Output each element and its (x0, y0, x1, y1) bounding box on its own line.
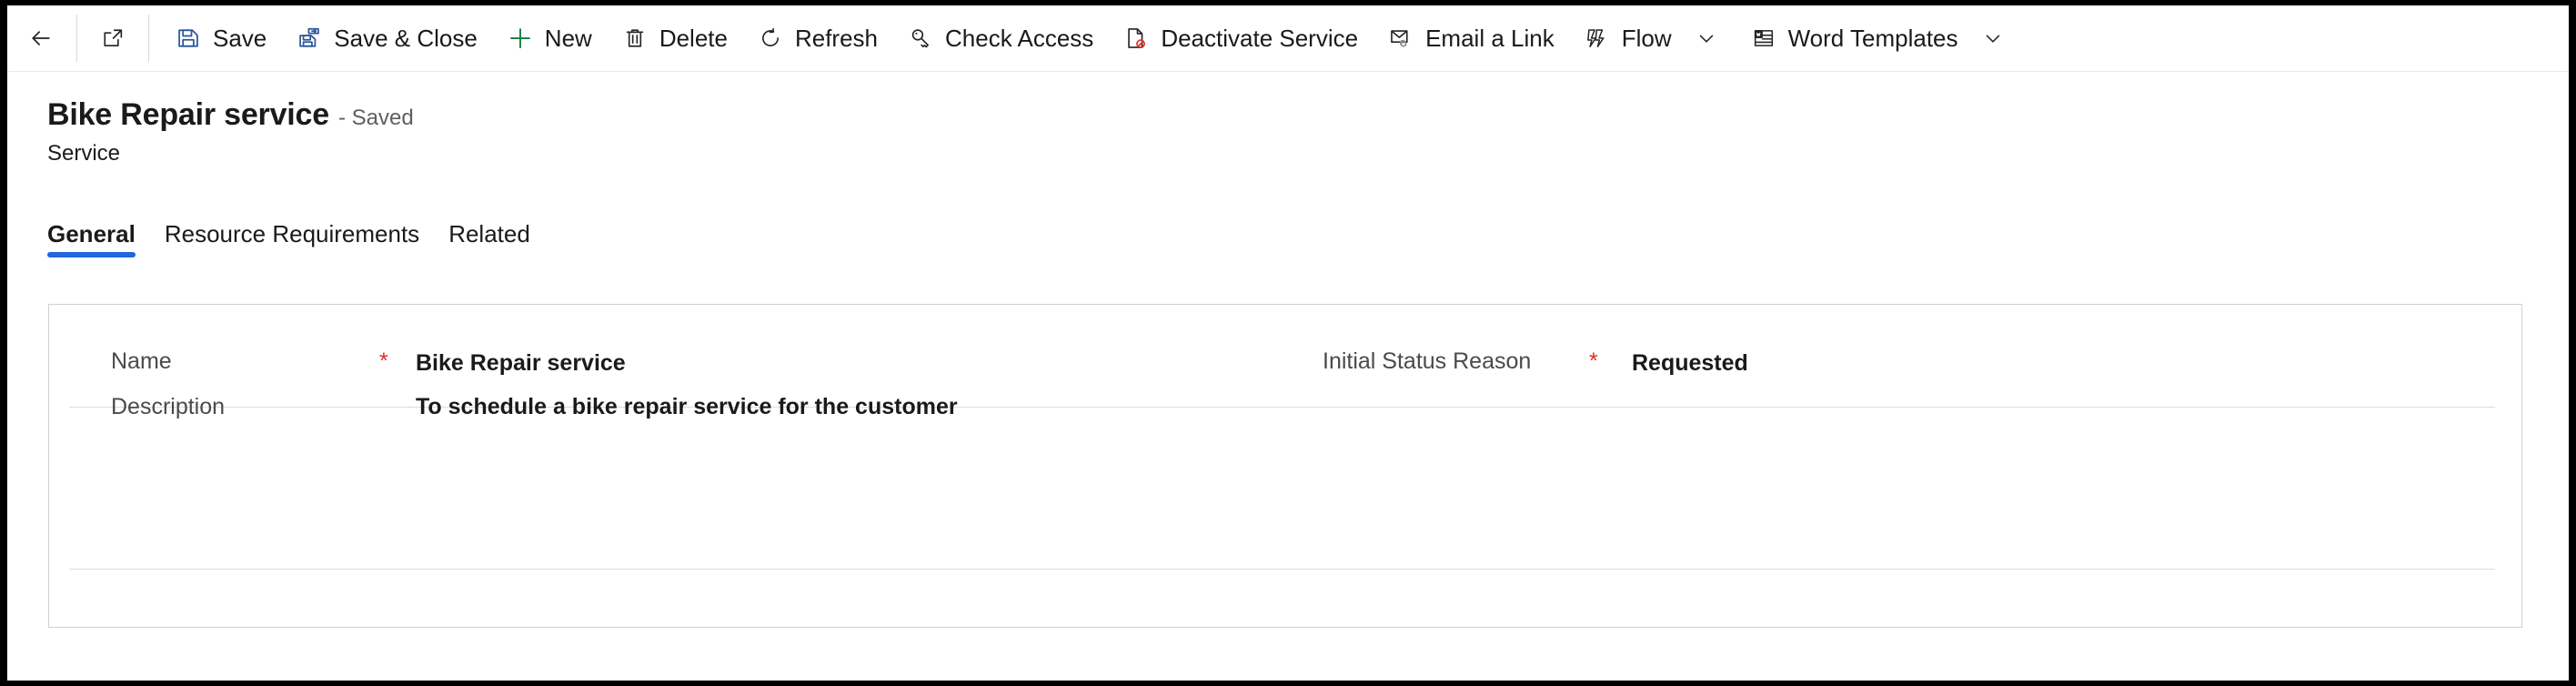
key-icon (907, 25, 934, 52)
initial-status-reason-field-label-wrap: Initial Status Reason (1323, 348, 1531, 375)
save-and-close-button[interactable]: Save & Close (281, 10, 492, 66)
email-a-link-label: Email a Link (1425, 25, 1555, 52)
tab-general-label: General (47, 220, 136, 247)
deactivate-icon (1122, 25, 1150, 52)
save-and-close-label: Save & Close (334, 25, 478, 52)
word-templates-label: Word Templates (1787, 25, 1958, 52)
check-access-label: Check Access (945, 25, 1094, 52)
deactivate-service-button[interactable]: Deactivate Service (1108, 10, 1373, 66)
flow-icon (1584, 25, 1611, 52)
refresh-icon (757, 25, 784, 52)
word-templates-chevron-down-icon[interactable] (1973, 10, 2013, 66)
name-field-label-wrap: Name (111, 348, 172, 375)
save-and-close-icon (296, 25, 323, 52)
description-input[interactable]: To schedule a bike repair service for th… (416, 394, 958, 420)
description-field-label-wrap: Description (111, 394, 225, 420)
page-header: Bike Repair service - Saved Service (7, 72, 2569, 166)
tab-resource-requirements-label: Resource Requirements (164, 220, 420, 247)
tab-active-underline (47, 252, 136, 257)
page-title: Bike Repair service (47, 97, 329, 132)
back-button[interactable] (7, 10, 75, 66)
new-label: New (544, 25, 592, 52)
check-access-button[interactable]: Check Access (892, 10, 1108, 66)
initial-status-reason-label: Initial Status Reason (1323, 348, 1532, 374)
refresh-label: Refresh (794, 25, 879, 52)
new-button[interactable]: New (492, 10, 607, 66)
save-status-text: - Saved (337, 106, 414, 130)
save-label: Save (213, 25, 267, 52)
tab-resource-requirements[interactable]: Resource Requirements (150, 220, 434, 263)
trash-icon (621, 25, 649, 52)
toolbar-divider (76, 15, 77, 62)
flow-chevron-down-icon[interactable] (1686, 10, 1726, 66)
initial-status-reason-required-indicator: * (1589, 350, 1598, 373)
command-bar: Save Save & Close New Delete Refresh Che… (7, 5, 2569, 72)
refresh-button[interactable]: Refresh (742, 10, 892, 66)
toolbar-divider (148, 15, 149, 62)
description-value: To schedule a bike repair service for th… (416, 394, 958, 419)
required-asterisk-icon: * (1589, 348, 1598, 374)
word-templates-button[interactable]: Word Templates (1736, 10, 1973, 66)
description-label: Description (111, 394, 226, 419)
tab-strip: General Resource Requirements Related (47, 220, 545, 263)
required-asterisk-icon: * (379, 348, 388, 374)
app-window: Save Save & Close New Delete Refresh Che… (0, 0, 2576, 686)
save-icon (175, 25, 202, 52)
plus-icon (507, 25, 534, 52)
tab-general[interactable]: General (47, 220, 150, 263)
email-link-icon (1387, 25, 1414, 52)
deactivate-service-label: Deactivate Service (1161, 25, 1359, 52)
email-a-link-button[interactable]: Email a Link (1373, 10, 1569, 66)
save-button[interactable]: Save (160, 10, 281, 66)
title-row: Bike Repair service - Saved (47, 97, 2569, 133)
delete-button[interactable]: Delete (607, 10, 742, 66)
pop-out-icon (99, 25, 126, 52)
app-canvas: Save Save & Close New Delete Refresh Che… (7, 5, 2569, 681)
back-arrow-icon (27, 25, 55, 52)
word-icon (1750, 25, 1777, 52)
name-label: Name (111, 348, 172, 374)
tab-related-label: Related (448, 220, 530, 247)
delete-label: Delete (659, 25, 728, 52)
initial-status-reason-input[interactable]: Requested (1632, 350, 1748, 377)
flow-button[interactable]: Flow (1569, 10, 1686, 66)
name-input[interactable]: Bike Repair service (416, 350, 626, 377)
entity-name: Service (47, 141, 121, 166)
pop-out-button[interactable] (79, 10, 146, 66)
name-required-indicator: * (379, 350, 388, 373)
name-value: Bike Repair service (416, 350, 626, 376)
form-card: Name * Bike Repair service Description T… (48, 304, 2522, 628)
tab-related[interactable]: Related (434, 220, 545, 263)
field-row-separator (69, 569, 2495, 570)
flow-label: Flow (1621, 25, 1672, 52)
initial-status-reason-value: Requested (1632, 350, 1748, 376)
